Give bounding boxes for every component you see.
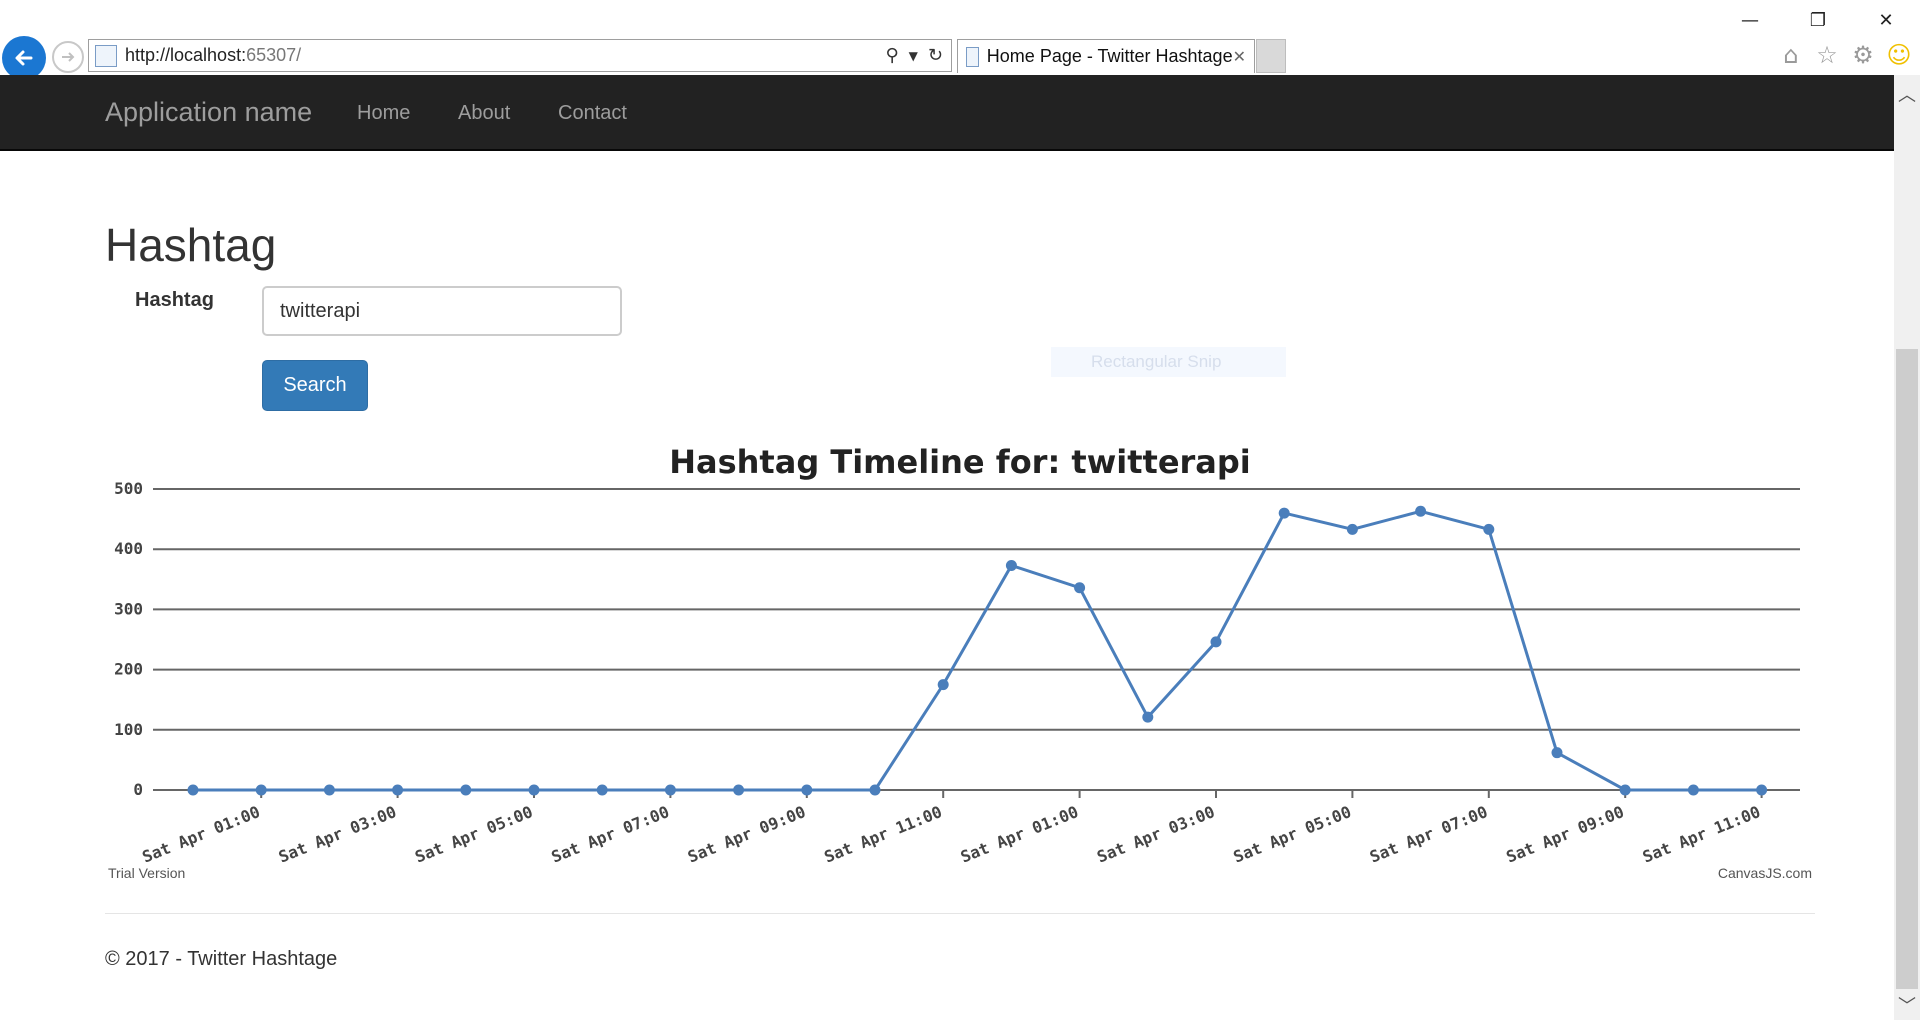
y-tick-label: 200	[114, 660, 143, 679]
refresh-icon[interactable]: ↻	[928, 45, 943, 66]
page-title: Hashtag	[105, 219, 277, 271]
minimize-button[interactable]: —	[1716, 0, 1784, 40]
snip-overlay-ghost: Rectangular Snip	[1051, 347, 1286, 377]
chart-credit-trial: Trial Version	[108, 865, 185, 881]
data-point[interactable]	[1415, 505, 1427, 517]
footer-divider	[105, 913, 1815, 914]
url-port: 65307/	[246, 45, 302, 65]
data-point[interactable]	[1278, 507, 1290, 519]
data-point[interactable]	[255, 784, 267, 796]
data-point[interactable]	[1551, 747, 1563, 759]
nav-link-about[interactable]: About	[458, 102, 510, 125]
footer-copyright: © 2017 - Twitter Hashtage	[105, 948, 338, 970]
data-point[interactable]	[1074, 582, 1086, 594]
hashtag-timeline-chart: Hashtag Timeline for: twitterapi 0 100 200…	[105, 438, 1815, 888]
y-tick-label: 300	[114, 599, 143, 618]
series-line	[193, 509, 1762, 792]
y-tick-label: 400	[114, 539, 143, 558]
x-tick-label: Sat Apr 05:00	[412, 802, 535, 867]
browser-tab[interactable]: Home Page - Twitter Hashtage ✕	[957, 39, 1255, 73]
y-tick-label: 100	[114, 720, 143, 739]
navbar-brand[interactable]: Application name	[105, 97, 312, 128]
tab-page-icon	[966, 46, 979, 67]
search-icon[interactable]: ⚲	[885, 45, 898, 66]
x-tick-label: Sat Apr 01:00	[958, 802, 1081, 867]
x-tick-label: Sat Apr 11:00	[821, 802, 944, 867]
data-point[interactable]	[596, 784, 608, 796]
snip-ghost-label: Rectangular Snip	[1091, 352, 1222, 371]
data-point[interactable]	[664, 784, 676, 796]
data-point[interactable]	[1005, 559, 1017, 571]
chart-title: Hashtag Timeline for: twitterapi	[669, 443, 1251, 481]
navbar: Application name Home About Contact	[0, 75, 1894, 151]
back-arrow-icon	[15, 50, 33, 66]
x-tick-label: Sat Apr 07:00	[1367, 802, 1490, 867]
x-tick-label: Sat Apr 03:00	[276, 802, 399, 867]
favorites-star-icon[interactable]: ☆	[1814, 40, 1840, 70]
close-window-button[interactable]: ✕	[1852, 0, 1920, 40]
x-tick-label: Sat Apr 11:00	[1640, 802, 1763, 867]
data-point[interactable]	[1142, 711, 1154, 723]
data-point[interactable]	[1756, 784, 1768, 796]
scroll-thumb[interactable]	[1896, 349, 1918, 989]
y-tick-label: 0	[133, 780, 143, 799]
window-controls: — ❐ ✕	[1716, 0, 1920, 40]
forward-button[interactable]	[52, 41, 84, 73]
tab-title: Home Page - Twitter Hashtage	[986, 46, 1233, 66]
y-tick-label: 500	[114, 479, 143, 498]
home-icon[interactable]: ⌂	[1778, 40, 1804, 70]
address-bar[interactable]: http://localhost:65307/ ⚲ ▼ ↻	[88, 39, 952, 72]
x-tick-label: Sat Apr 09:00	[685, 802, 808, 867]
url-host: http://localhost:	[125, 45, 247, 65]
scroll-up-icon[interactable]: ︿	[1894, 81, 1920, 107]
data-point[interactable]	[323, 784, 335, 796]
x-tick-label: Sat Apr 05:00	[1231, 802, 1354, 867]
data-point[interactable]	[1619, 784, 1631, 796]
search-button[interactable]: Search	[262, 360, 368, 411]
scroll-down-icon[interactable]: ﹀	[1894, 992, 1920, 1018]
hashtag-label: Hashtag	[135, 289, 214, 311]
data-point[interactable]	[1210, 636, 1222, 648]
data-point[interactable]	[460, 784, 472, 796]
forward-arrow-icon	[62, 52, 75, 62]
data-point[interactable]	[733, 784, 745, 796]
back-button[interactable]	[2, 36, 46, 80]
data-point[interactable]	[392, 784, 404, 796]
settings-gear-icon[interactable]: ⚙	[1850, 40, 1876, 70]
data-point[interactable]	[187, 784, 199, 796]
data-point[interactable]	[528, 784, 540, 796]
nav-link-contact[interactable]: Contact	[558, 102, 627, 125]
data-point[interactable]	[1346, 523, 1358, 535]
x-tick-label: Sat Apr 07:00	[549, 802, 672, 867]
page-icon	[95, 44, 117, 67]
restore-button[interactable]: ❐	[1784, 0, 1852, 40]
new-tab-button[interactable]	[1256, 39, 1286, 73]
data-point[interactable]	[1687, 784, 1699, 796]
data-point[interactable]	[1483, 523, 1495, 535]
x-tick-label: Sat Apr 03:00	[1094, 802, 1217, 867]
data-point[interactable]	[937, 679, 949, 691]
data-point[interactable]	[801, 784, 813, 796]
hashtag-input[interactable]	[262, 286, 622, 336]
dropdown-icon[interactable]: ▼	[909, 49, 918, 63]
feedback-smiley-icon[interactable]: ☺	[1886, 40, 1912, 70]
chart-credit-canvasjs[interactable]: CanvasJS.com	[1718, 865, 1812, 881]
x-tick-label: Sat Apr 09:00	[1503, 802, 1626, 867]
x-tick-label: Sat Apr 01:00	[139, 802, 262, 867]
data-point[interactable]	[869, 784, 881, 796]
browser-chrome: — ❐ ✕ http://localhost:65307/ ⚲ ▼ ↻ Home…	[0, 0, 1920, 80]
chart-svg: Hashtag Timeline for: twitterapi 0 100 200…	[108, 443, 1812, 881]
nav-link-home[interactable]: Home	[357, 102, 410, 125]
url-text[interactable]: http://localhost:65307/	[125, 45, 885, 66]
tab-close-icon[interactable]: ✕	[1233, 47, 1246, 66]
vertical-scrollbar[interactable]: ︿ ﹀	[1894, 75, 1920, 1020]
